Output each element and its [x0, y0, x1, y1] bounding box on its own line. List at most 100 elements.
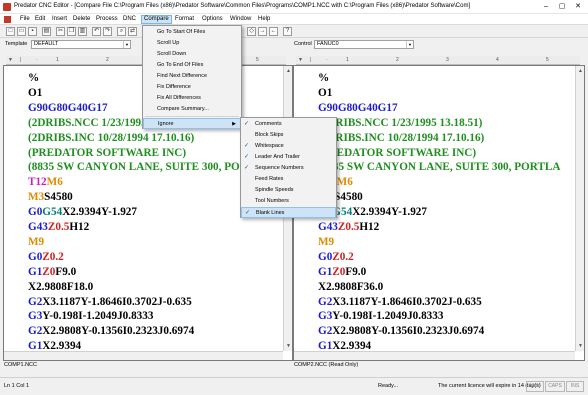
menu-compare[interactable]: Compare [141, 15, 172, 24]
right-vertical-scrollbar[interactable]: ▲ ▼ [575, 66, 584, 351]
template-bar: Template DEFAULT ▼ Control FANUC0 ▼ [0, 39, 588, 51]
submenu-item-tool-numbers[interactable]: Tool Numbers [241, 196, 336, 207]
code-line[interactable]: G0G54X2.9394Y-1.927 [28, 205, 137, 219]
code-line[interactable]: (PREDATOR SOFTWARE INC) [28, 146, 186, 160]
menu-edit[interactable]: Edit [33, 15, 47, 24]
submenu-item-feed-rates[interactable]: Feed Rates [241, 174, 336, 185]
open-folder-icon[interactable]: ▭ [17, 27, 26, 36]
code-line[interactable]: G0Z0.2 [28, 250, 64, 264]
left-gutter [4, 66, 24, 360]
undo-icon[interactable]: ↶ [92, 27, 101, 36]
menu-help[interactable]: Help [256, 15, 272, 24]
code-line[interactable]: G43Z0.5H12 [318, 220, 379, 234]
code-token: H12 [359, 221, 380, 233]
print-icon[interactable]: ▤ [42, 27, 51, 36]
code-line[interactable]: % [318, 71, 329, 85]
new-file-icon[interactable]: □ [6, 27, 15, 36]
right-horizontal-scrollbar[interactable] [294, 351, 575, 360]
code-token: M6 [46, 176, 63, 189]
menu-options[interactable]: Options [200, 15, 225, 24]
maximize-button[interactable]: ▢ [556, 2, 568, 12]
code-line[interactable]: M3S4580 [28, 190, 73, 204]
submenu-item-whitespace[interactable]: ✓ Whitespace [241, 141, 336, 152]
code-line[interactable]: (PREDATOR SOFTWARE INC) [318, 146, 476, 160]
code-token: X2.9808F36.0 [318, 280, 384, 293]
code-line[interactable]: G3Y-0.198I-1.2049J0.8333 [28, 309, 153, 323]
code-line[interactable]: G1Z0F9.0 [318, 265, 366, 279]
code-token: G2 [28, 325, 43, 338]
menu-item-go-to-end[interactable]: Go To End Of Files [143, 60, 241, 71]
code-line[interactable]: G2X2.9808Y-0.1356I0.2323J0.6974 [318, 324, 484, 338]
scroll-up-icon[interactable]: ▲ [576, 66, 584, 76]
menu-separator [145, 116, 239, 117]
copy-icon[interactable]: ❐ [67, 27, 76, 36]
code-line[interactable]: X2.9808F18.0 [28, 280, 93, 294]
save-icon[interactable]: ▪ [28, 27, 37, 36]
menu-item-fix-all-differences[interactable]: Fix All Differences [143, 93, 241, 104]
submenu-item-leader-and-trailer[interactable]: ✓ Leader And Trailer [241, 152, 336, 163]
code-line[interactable]: (2DRIBS.INC 10/28/1994 17.10.16) [28, 131, 194, 145]
menu-item-scroll-up[interactable]: Scroll Up [143, 38, 241, 49]
close-button[interactable]: ✕ [572, 2, 584, 12]
submenu-item-comments[interactable]: ✓ Comments [241, 119, 336, 130]
redo-icon[interactable]: ↷ [103, 27, 112, 36]
scroll-down-icon[interactable]: ▼ [284, 341, 292, 351]
menu-item-go-to-start[interactable]: Go To Start Of Files [143, 27, 241, 38]
paste-icon[interactable]: ▥ [78, 27, 87, 36]
menu-item-fix-difference[interactable]: Fix Difference [143, 82, 241, 93]
code-token: G54 [42, 206, 63, 219]
code-token: F9.0 [55, 265, 77, 278]
find-icon[interactable]: ⌕ [117, 27, 126, 36]
submenu-item-sequence-numbers[interactable]: ✓ Sequence Numbers [241, 163, 336, 174]
replace-icon[interactable]: ⇄ [128, 27, 137, 36]
menu-item-find-next-difference[interactable]: Find Next Difference [143, 71, 241, 82]
code-line[interactable]: T12M6 [28, 175, 63, 189]
control-select[interactable]: FANUC0 ▼ [314, 40, 414, 49]
code-line[interactable]: (2DRIBS.INC 10/28/1994 17.10.16) [318, 131, 484, 145]
code-line[interactable]: O1 [318, 86, 332, 100]
code-line[interactable]: G0Z0.2 [318, 250, 354, 264]
menu-item-ignore[interactable]: Ignore ▶ [143, 118, 241, 129]
menu-window[interactable]: Window [228, 15, 253, 24]
code-line[interactable]: M9 [318, 235, 334, 249]
code-token: O1 [318, 86, 333, 99]
scroll-down-icon[interactable]: ▼ [576, 341, 584, 351]
code-line[interactable]: G3Y-0.198I-1.2049J0.8333 [318, 309, 443, 323]
backplot-icon[interactable]: ◇ [247, 27, 256, 36]
menu-file[interactable]: File [18, 15, 32, 24]
code-line[interactable]: G90G80G40G17 [318, 101, 398, 115]
menu-delete[interactable]: Delete [71, 15, 92, 24]
code-line[interactable]: (8835 SW CANYON LANE, SUITE 300, PORTLA [318, 160, 560, 174]
menu-insert[interactable]: Insert [50, 15, 69, 24]
code-token: G2 [318, 295, 333, 308]
code-line[interactable]: M9 [28, 235, 44, 249]
code-line[interactable]: G90G80G40G17 [28, 101, 108, 115]
code-line[interactable]: G43Z0.5H12 [28, 220, 89, 234]
code-line[interactable]: G2X2.9808Y-0.1356I0.2323J0.6974 [28, 324, 194, 338]
code-line[interactable]: (2DRIBS.NCC 1/23/1995 13.18.51) [318, 116, 482, 130]
code-line[interactable]: X2.9808F36.0 [318, 280, 383, 294]
submenu-item-blank-lines[interactable]: ✓ Blank Lines [241, 207, 336, 218]
receive-icon[interactable]: ← [269, 27, 278, 36]
help-icon[interactable]: ? [283, 27, 292, 36]
code-line[interactable]: (8835 SW CANYON LANE, SUITE 300, PORTLA [28, 160, 270, 174]
left-horizontal-scrollbar[interactable] [4, 351, 283, 360]
code-line[interactable]: G2X3.1187Y-1.8646I0.3702J-0.635 [318, 295, 482, 309]
document-icon[interactable] [4, 16, 11, 23]
code-line[interactable]: G1Z0F9.0 [28, 265, 76, 279]
menu-dnc[interactable]: DNC [121, 15, 138, 24]
code-line[interactable]: O1 [28, 86, 42, 100]
submenu-item-block-skips[interactable]: Block Skips [241, 130, 336, 141]
template-select[interactable]: DEFAULT ▼ [31, 40, 131, 49]
menu-item-scroll-down[interactable]: Scroll Down [143, 49, 241, 60]
code-line[interactable]: % [28, 71, 39, 85]
menu-item-compare-summary[interactable]: Compare Summary... [143, 104, 241, 115]
cut-icon[interactable]: ✂ [56, 27, 65, 36]
minimize-button[interactable]: – [540, 2, 552, 12]
menu-process[interactable]: Process [94, 15, 120, 24]
send-icon[interactable]: → [258, 27, 267, 36]
submenu-item-spindle-speeds[interactable]: Spindle Speeds [241, 185, 336, 196]
scroll-up-icon[interactable]: ▲ [284, 66, 292, 76]
code-line[interactable]: G2X3.1187Y-1.8646I0.3702J-0.635 [28, 295, 192, 309]
menu-format[interactable]: Format [173, 15, 196, 24]
